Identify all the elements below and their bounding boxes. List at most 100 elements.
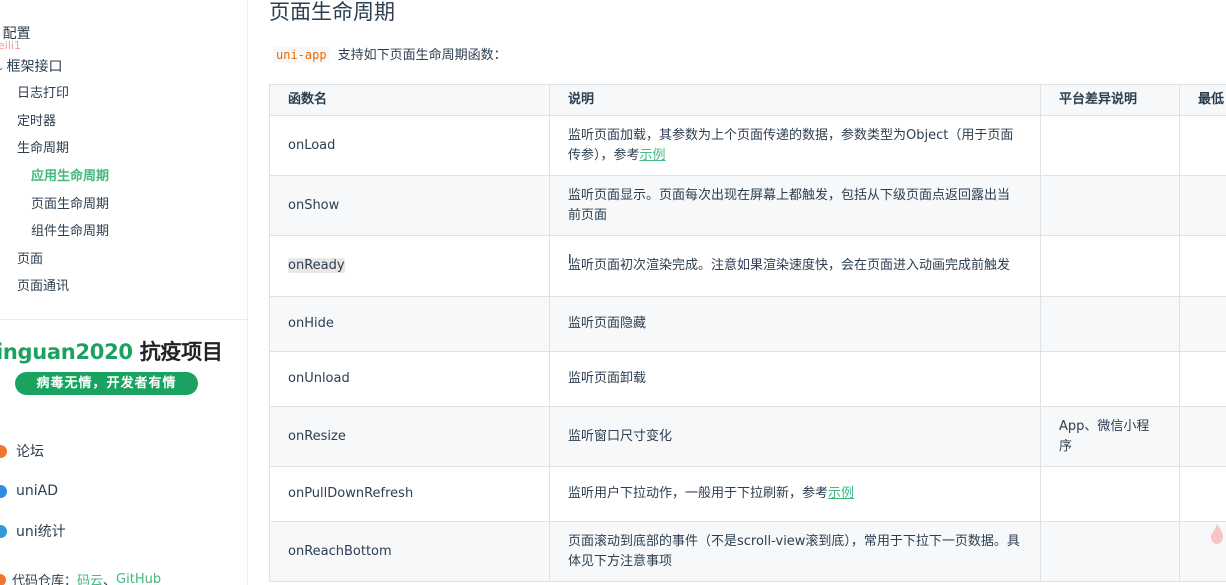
sidebar-link-label: uni统计: [16, 524, 66, 540]
cell-name: onReachBottom: [269, 521, 550, 582]
function-name: onHide: [288, 316, 334, 331]
cell-name: onShow: [269, 175, 550, 236]
cell-name: onResize: [269, 406, 550, 467]
sidebar-item-timer[interactable]: 定时器: [17, 114, 56, 130]
cell-platform: [1040, 115, 1180, 176]
repo-icon: [0, 573, 6, 585]
cell-platform: [1040, 296, 1180, 352]
cell-platform: [1040, 351, 1180, 407]
sidebar-link-label: uniAD: [16, 483, 58, 499]
function-desc: 监听页面卸载: [568, 371, 647, 386]
cell-name: onUnload: [269, 351, 550, 407]
sidebar-link-label: 论坛: [16, 444, 44, 460]
chevron-down-icon: ⌄: [0, 60, 5, 76]
sidebar-item-component-lifecycle[interactable]: 组件生命周期: [31, 224, 109, 240]
function-name: onReady: [288, 258, 345, 273]
function-desc: 监听页面隐藏: [568, 316, 647, 331]
page-title: 页面生命周期: [269, 0, 395, 24]
cell-platform: App、微信小程序: [1040, 406, 1180, 467]
table-row: onLoad 监听页面加载，其参数为上个页面传递的数据，参数类型为Object（…: [269, 115, 1226, 176]
sidebar-item-page-lifecycle[interactable]: 页面生命周期: [31, 197, 109, 213]
table-row: onPullDownRefresh 监听用户下拉动作，一般用于下拉刷新，参考示例: [269, 466, 1226, 522]
function-name: onLoad: [288, 137, 336, 153]
cell-min-version: [1179, 351, 1226, 407]
function-desc: 监听窗口尺寸变化: [568, 428, 673, 444]
sidebar-item-page-communication[interactable]: 页面通讯: [17, 279, 69, 295]
lifecycle-table: 函数名 说明 平台差异说明 最低 onLoad 监听页面加载，其参数为上个页面传…: [269, 84, 1226, 582]
promo-banner-title-green: inguan2020: [0, 340, 133, 364]
sidebar-group-label: 框架接口: [6, 59, 63, 75]
repo-label: 代码仓库：: [12, 574, 78, 585]
example-link[interactable]: 示例: [828, 486, 854, 501]
sidebar-link-stats[interactable]: uni统计: [0, 521, 66, 541]
sidebar-link-uniad[interactable]: uniAD: [0, 481, 58, 501]
cell-min-version: [1179, 175, 1226, 236]
cell-desc: 监听页面初次渲染完成。注意如果渲染速度快，会在页面进入动画完成前触发: [549, 235, 1041, 297]
table-row: onReady 监听页面初次渲染完成。注意如果渲染速度快，会在页面进入动画完成前…: [269, 235, 1226, 297]
intro-paragraph: uni-app 支持如下页面生命周期函数：: [273, 46, 507, 65]
sidebar: ›配置 eili1 ⌄框架接口 日志打印 定时器 生命周期 应用生命周期 页面生…: [0, 0, 248, 585]
flame-icon: [1211, 524, 1223, 544]
function-name: onReachBottom: [288, 543, 392, 559]
text-cursor-icon: I: [568, 252, 572, 266]
function-desc: 监听页面显示。页面每次出现在屏幕上都触发，包括从下级页面点返回露出当前页面: [568, 187, 1011, 223]
uniad-icon: [0, 484, 7, 498]
table-header-row: 函数名 说明 平台差异说明 最低: [269, 84, 1226, 116]
cell-name: onPullDownRefresh: [269, 466, 550, 522]
repo-link-gitee[interactable]: 码云: [77, 570, 103, 585]
function-name: onUnload: [288, 371, 350, 386]
user-watermark: eili1: [0, 39, 21, 52]
cell-name: onHide: [269, 296, 550, 352]
function-name: onPullDownRefresh: [288, 486, 414, 501]
function-name: onShow: [288, 197, 340, 213]
table-row: onUnload 监听页面卸载: [269, 351, 1226, 407]
function-name: onResize: [288, 428, 346, 444]
sidebar-group-framework[interactable]: ⌄框架接口: [0, 59, 63, 76]
inline-code: uni-app: [273, 47, 330, 63]
stats-icon: [0, 524, 7, 538]
cell-desc: 监听用户下拉动作，一般用于下拉刷新，参考示例: [549, 466, 1041, 522]
function-desc: 监听页面加载，其参数为上个页面传递的数据，参数类型为Object（用于页面传参）…: [568, 127, 1014, 163]
function-desc: 监听用户下拉动作，一般用于下拉刷新，参考: [568, 486, 829, 501]
sidebar-item-log[interactable]: 日志打印: [17, 86, 69, 102]
cell-min-version: [1179, 235, 1226, 297]
cell-desc: 监听页面卸载: [549, 351, 1041, 407]
sidebar-item-app-lifecycle[interactable]: 应用生命周期: [31, 169, 109, 185]
cell-desc: 监听页面加载，其参数为上个页面传递的数据，参数类型为Object（用于页面传参）…: [549, 115, 1041, 176]
column-header-name: 函数名: [269, 84, 550, 116]
promo-banner-title-dark: 抗疫项目: [132, 340, 223, 364]
table-row: onShow 监听页面显示。页面每次出现在屏幕上都触发，包括从下级页面点返回露出…: [269, 175, 1226, 236]
cell-name: onLoad: [269, 115, 550, 176]
cell-desc: 监听页面隐藏: [549, 296, 1041, 352]
repo-separator: 、: [103, 574, 117, 585]
function-desc: 页面滚动到底部的事件（不是scroll-view滚到底），常用于下拉下一页数据。…: [568, 533, 1020, 569]
sidebar-item-lifecycle[interactable]: 生命周期: [17, 141, 69, 157]
cell-platform: [1040, 521, 1180, 582]
column-header-min-version: 最低: [1179, 84, 1226, 116]
table-row: onReachBottom 页面滚动到底部的事件（不是scroll-view滚到…: [269, 521, 1226, 582]
cell-min-version: [1179, 466, 1226, 522]
sidebar-item-page[interactable]: 页面: [17, 252, 43, 268]
cell-platform: [1040, 175, 1180, 236]
cell-desc: 页面滚动到底部的事件（不是scroll-view滚到底），常用于下拉下一页数据。…: [549, 521, 1041, 582]
sidebar-divider: [0, 319, 247, 320]
sidebar-link-forum[interactable]: 论坛: [0, 441, 44, 461]
cell-desc: 监听页面显示。页面每次出现在屏幕上都触发，包括从下级页面点返回露出当前页面: [549, 175, 1041, 236]
cell-min-version: [1179, 296, 1226, 352]
intro-text: 支持如下页面生命周期函数：: [337, 48, 507, 63]
example-link[interactable]: 示例: [640, 148, 666, 163]
column-header-platform: 平台差异说明: [1040, 84, 1180, 116]
cell-min-version: [1179, 406, 1226, 467]
cell-name: onReady: [269, 235, 550, 297]
cell-desc: 监听窗口尺寸变化: [549, 406, 1041, 467]
promo-banner-subtitle[interactable]: 病毒无情，开发者有情: [15, 372, 198, 395]
promo-banner-title[interactable]: inguan2020 抗疫项目: [0, 338, 223, 366]
sidebar-repo: 代码仓库： 码云 、 GitHub: [0, 570, 161, 585]
cell-platform: [1040, 235, 1180, 297]
cell-min-version: [1179, 115, 1226, 176]
column-header-desc: 说明: [549, 84, 1041, 116]
repo-link-github[interactable]: GitHub: [116, 572, 161, 585]
table-row: onHide 监听页面隐藏: [269, 296, 1226, 352]
forum-icon: [0, 444, 7, 458]
function-desc: 监听页面初次渲染完成。注意如果渲染速度快，会在页面进入动画完成前触发: [568, 258, 1011, 273]
